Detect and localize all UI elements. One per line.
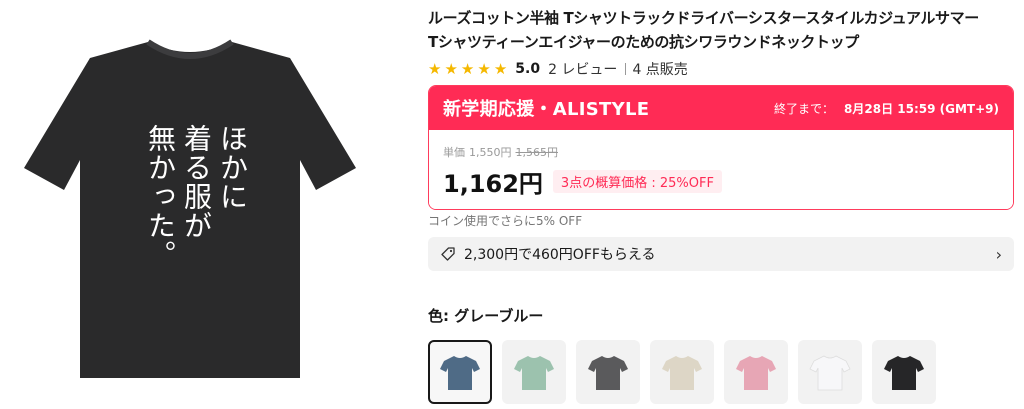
star-icon: ★: [493, 60, 508, 78]
swatch-mint[interactable]: [502, 340, 566, 404]
swatch-pink[interactable]: [724, 340, 788, 404]
product-title: ルーズコットン半袖 Tシャツトラックドライバーシスタースタイルカジュアルサマー …: [428, 6, 1018, 54]
promo-end-label: 終了まで：: [774, 101, 835, 116]
current-price: 1,162円: [443, 170, 543, 198]
promo-countdown: 終了まで： 8月28日 15:59 (GMT+9): [774, 100, 999, 117]
unit-label: 単価: [443, 146, 465, 159]
print-line-2: 着る服が: [180, 124, 213, 240]
unit-price: 1,550円: [469, 146, 512, 159]
original-price: 1,565円: [515, 146, 559, 159]
tshirt-thumbnail-icon: [514, 356, 554, 390]
promo-body: 単価 1,550円 1,565円 1,162円 3点の概算価格 : 25%OFF: [429, 130, 1013, 209]
swatch-white[interactable]: [798, 340, 862, 404]
print-line-3: 無かった。: [144, 124, 177, 269]
promo-header: 新学期応援・ALISTYLE 終了まで： 8月28日 15:59 (GMT+9): [429, 86, 1013, 130]
rating-stars: ★ ★ ★ ★ ★: [428, 61, 507, 77]
product-title-line-2: Tシャツティーンエイジャーのための抗シワラウンドネックトップ: [428, 33, 859, 51]
divider: [625, 63, 627, 75]
star-icon: ★: [444, 60, 458, 78]
promo-box: 新学期応援・ALISTYLE 終了まで： 8月28日 15:59 (GMT+9)…: [428, 85, 1014, 210]
swatch-black[interactable]: [872, 340, 936, 404]
reviews-link[interactable]: 2 レビュー: [548, 59, 617, 79]
unit-price-row: 単価 1,550円 1,565円: [443, 144, 999, 160]
tag-icon: [441, 247, 455, 261]
rating-score: 5.0: [515, 61, 541, 77]
swatch-charcoal[interactable]: [576, 340, 640, 404]
tshirt-thumbnail-icon: [662, 356, 702, 390]
sold-count: 4 点販売: [632, 62, 688, 78]
coupon-button[interactable]: 2,300円で460円OFFもらえる ›: [428, 237, 1014, 271]
discount-badge: 3点の概算価格 : 25%OFF: [552, 170, 722, 193]
rating-row: ★ ★ ★ ★ ★ 5.0 2 レビュー 4 点販売: [428, 58, 688, 80]
coupon-label: 2,300円で460円OFFもらえる: [464, 247, 656, 263]
shirt-print-text: ほかに 着る服が 無かった。: [128, 124, 249, 274]
print-line-1: ほかに: [216, 124, 249, 211]
swatch-gray-blue[interactable]: [428, 340, 492, 404]
promo-end-time: 8月28日 15:59 (GMT+9): [844, 101, 999, 116]
color-label: 色: グレーブルー: [428, 307, 544, 325]
chevron-right-icon: ›: [995, 244, 1002, 264]
swatch-beige[interactable]: [650, 340, 714, 404]
tshirt-thumbnail-icon: [809, 355, 851, 391]
color-swatches: [428, 340, 936, 404]
tshirt-thumbnail-icon: [884, 356, 924, 390]
product-main-image[interactable]: ほかに 着る服が 無かった。: [0, 0, 410, 409]
tshirt-thumbnail-icon: [588, 356, 628, 390]
star-icon: ★: [477, 60, 491, 78]
product-title-line-1: ルーズコットン半袖 Tシャツトラックドライバーシスタースタイルカジュアルサマー: [428, 9, 979, 27]
tshirt-thumbnail-icon: [736, 356, 776, 390]
coin-note: コイン使用でさらに5% OFF: [428, 214, 583, 228]
tshirt-thumbnail-icon: [440, 356, 480, 390]
star-icon: ★: [428, 60, 442, 78]
price-row: 1,162円 3点の概算価格 : 25%OFF: [443, 164, 999, 199]
star-icon: ★: [460, 60, 475, 78]
promo-title: 新学期応援・ALISTYLE: [443, 99, 650, 120]
